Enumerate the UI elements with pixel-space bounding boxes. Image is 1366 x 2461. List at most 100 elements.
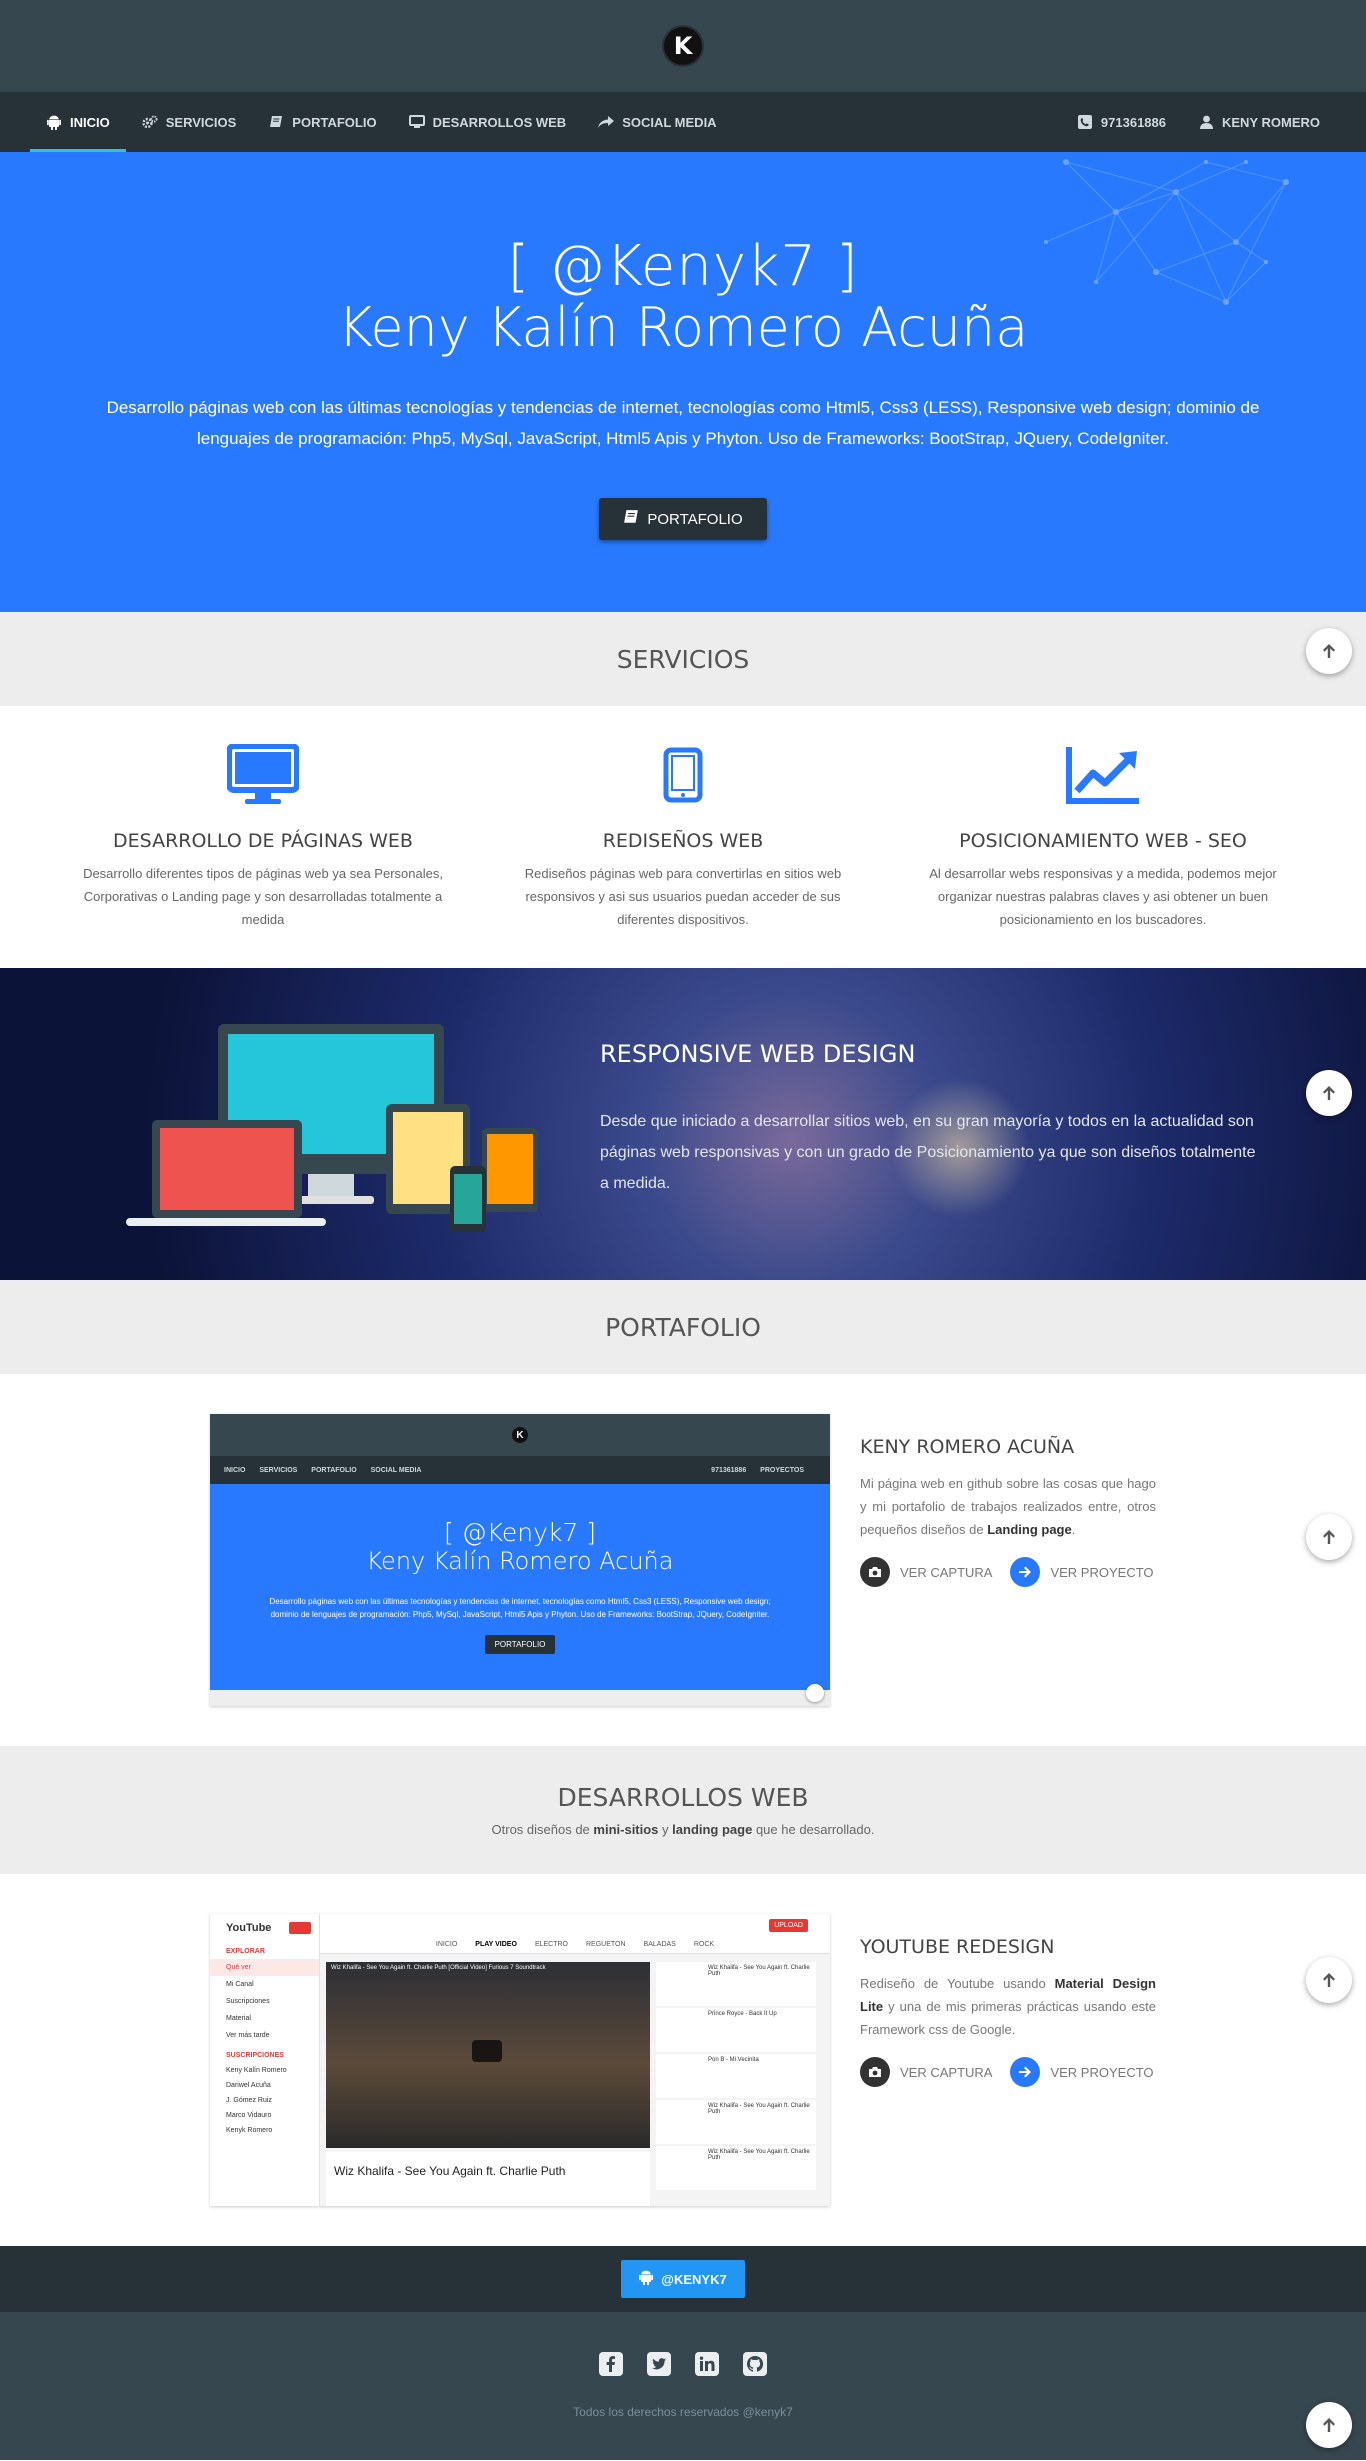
- ver-captura-button[interactable]: VER CAPTURA: [860, 2057, 992, 2087]
- responsive-title: RESPONSIVE WEB DESIGN: [600, 1040, 916, 1068]
- yt-video-title: Wiz Khalifa - See You Again ft. Charlie …: [331, 1965, 546, 1971]
- project-text: Rediseño de Youtube usando Material Desi…: [860, 1972, 1156, 2041]
- copyright: Todos los derechos reservados @kenyk7: [573, 2405, 793, 2419]
- share-icon: [598, 114, 615, 130]
- line-chart-icon: [923, 744, 1283, 806]
- site-logo[interactable]: K: [664, 27, 702, 65]
- ver-proyecto-label: VER PROYECTO: [1050, 2064, 1154, 2080]
- nav-item-portafolio[interactable]: PORTAFOLIO: [252, 92, 392, 152]
- phone-number: 971361886: [1100, 114, 1166, 130]
- devices-illustration: [126, 1024, 538, 1232]
- nav-item-servicios[interactable]: SERVICIOS: [126, 92, 253, 152]
- shot-brand-bar: K: [210, 1414, 830, 1456]
- section-subtitle: Otros diseños de mini-sitios y landing p…: [492, 1822, 875, 1837]
- yt-sub-item: Kenyk Romero: [226, 2127, 273, 2134]
- yt-tab: INICIO: [435, 1941, 458, 1948]
- arrow-right-icon: [1010, 1557, 1041, 1587]
- yt-video-player[interactable]: Wiz Khalifa - See You Again ft. Charlie …: [326, 1962, 650, 2148]
- shot-projects: PROYECTOS: [760, 1466, 804, 1474]
- yt-tab: BALADAS: [643, 1941, 676, 1948]
- ver-proyecto-button[interactable]: VER PROYECTO: [1010, 1557, 1154, 1587]
- project-actions: VER CAPTURA VER PROYECTO: [860, 1557, 1156, 1587]
- nav-phone[interactable]: 971361886: [1061, 92, 1182, 152]
- desktop-icon: [83, 744, 443, 806]
- yt-related-item[interactable]: Pon B - Mi Vecinita: [656, 2054, 816, 2098]
- twitter-icon[interactable]: [647, 2352, 671, 2381]
- yt-tabs: INICIO PLAY VIDEO ELECTRO REGUETON BALAD…: [320, 1936, 830, 1954]
- yt-tab: PLAY VIDEO: [475, 1941, 517, 1948]
- text-part: Rediseño de Youtube usando: [860, 1976, 1055, 1991]
- facebook-icon[interactable]: [599, 2352, 623, 2381]
- shot-name: Keny Kalín Romero Acuña: [366, 1547, 674, 1575]
- yt-side-item: Ver más tarde: [226, 2032, 270, 2039]
- nav-item-desarrollos-web[interactable]: DESARROLLOS WEB: [393, 92, 583, 152]
- yt-related-item[interactable]: Wiz Khalifa - See You Again ft. Charlie …: [656, 2100, 816, 2144]
- section-title: DESARROLLOS WEB: [557, 1783, 809, 1812]
- user-name: KENY ROMERO: [1222, 114, 1320, 130]
- yt-explore: EXPLORAR: [226, 1948, 265, 1955]
- service-item: POSICIONAMIENTO WEB - SEO Al desarrollar…: [923, 744, 1283, 968]
- android-icon: [639, 2270, 654, 2288]
- arrow-right-icon: [1010, 2057, 1041, 2087]
- yt-sub-item: Keny Kalín Romero: [226, 2067, 287, 2074]
- shot-nav: INICIO SERVICIOS PORTAFOLIO SOCIAL MEDIA…: [210, 1456, 830, 1484]
- nav-item-inicio[interactable]: INICIO: [30, 92, 126, 152]
- yt-side-item: Mi Canal: [226, 1981, 254, 1988]
- service-item: DESARROLLO DE PÁGINAS WEB Desarrollo dif…: [83, 744, 443, 968]
- ver-captura-button[interactable]: VER CAPTURA: [860, 1557, 992, 1587]
- youtube-screenshot[interactable]: YouTube EXPLORAR Qué ver Mi Canal Suscri…: [210, 1914, 830, 2206]
- scroll-top-button[interactable]: [1306, 1957, 1352, 2003]
- arrow-up-icon: [1323, 1973, 1335, 1987]
- nav-user[interactable]: KENY ROMERO: [1182, 92, 1336, 152]
- project-actions: VER CAPTURA VER PROYECTO: [860, 2057, 1156, 2087]
- yt-related: Wiz Khalifa - See You Again ft. Charlie …: [656, 1962, 816, 2190]
- text-part: y una de mis primeras prácticas usando e…: [860, 1999, 1156, 2037]
- yt-tab: ELECTRO: [534, 1941, 568, 1948]
- yt-related-item[interactable]: Wiz Khalifa - See You Again ft. Charlie …: [656, 1962, 816, 2006]
- service-text: Rediseños páginas web para convertirlas …: [524, 866, 842, 927]
- yt-main: UPLOAD INICIO PLAY VIDEO ELECTRO REGUETO…: [320, 1914, 830, 2206]
- shot-desc: Desarrollo páginas web con las últimas t…: [269, 1597, 771, 1619]
- kenyk7-button[interactable]: @KENYK7: [621, 2260, 745, 2298]
- text-bold: landing page: [672, 1822, 753, 1837]
- project-info: KENY ROMERO ACUÑA Mi página web en githu…: [860, 1414, 1156, 1746]
- nav-label: SERVICIOS: [165, 114, 237, 130]
- text-bold: mini-sitios: [593, 1822, 659, 1837]
- yt-upload: UPLOAD: [769, 1918, 808, 1932]
- shot-nav-item: SERVICIOS: [259, 1466, 298, 1474]
- scroll-top-button[interactable]: [1306, 2402, 1352, 2448]
- service-title: DESARROLLO DE PÁGINAS WEB: [113, 830, 413, 852]
- book-icon: [268, 114, 284, 130]
- text-part: .: [1071, 1522, 1076, 1537]
- project-title: KENY ROMERO ACUÑA: [860, 1436, 1075, 1458]
- ver-proyecto-label: VER PROYECTO: [1050, 1564, 1154, 1580]
- linkedin-icon[interactable]: [695, 2352, 719, 2381]
- ver-proyecto-button[interactable]: VER PROYECTO: [1010, 2057, 1154, 2087]
- scroll-top-button[interactable]: [1306, 1514, 1352, 1560]
- service-item: REDISEÑOS WEB Rediseños páginas web para…: [503, 744, 863, 968]
- github-icon[interactable]: [743, 2352, 767, 2381]
- book-icon: [623, 509, 639, 529]
- portafolio-button[interactable]: PORTAFOLIO: [599, 498, 767, 540]
- yt-side-item: Material: [226, 2015, 251, 2022]
- yt-sub-item: Dariwel Acuña: [226, 2082, 271, 2089]
- yt-related-item[interactable]: Prince Royce - Back It Up: [656, 2008, 816, 2052]
- project-info: YOUTUBE REDESIGN Rediseño de Youtube usa…: [860, 1914, 1156, 2246]
- yt-related-item[interactable]: Wiz Khalifa - See You Again ft. Charlie …: [656, 2146, 816, 2190]
- nav-label: INICIO: [70, 114, 110, 130]
- service-title: POSICIONAMIENTO WEB - SEO: [959, 830, 1247, 852]
- hero-handle: [ @Kenyk7 ]: [507, 234, 859, 299]
- services-section: DESARROLLO DE PÁGINAS WEB Desarrollo dif…: [0, 706, 1366, 968]
- yt-subs-head: SUSCRIPCIONES: [226, 2052, 284, 2059]
- footer-top: @KENYK7: [0, 2246, 1366, 2312]
- nav-label: PORTAFOLIO: [292, 114, 377, 130]
- project-screenshot[interactable]: K INICIO SERVICIOS PORTAFOLIO SOCIAL MED…: [210, 1414, 830, 1706]
- nav-item-social-media[interactable]: SOCIAL MEDIA: [582, 92, 732, 152]
- yt-logo: YouTube: [226, 1922, 272, 1934]
- service-text: Desarrollo diferentes tipos de páginas w…: [83, 866, 443, 927]
- social-links: [0, 2352, 1366, 2381]
- hero-name: Keny Kalín Romero Acuña: [337, 296, 1029, 359]
- scroll-top-button[interactable]: [1306, 628, 1352, 674]
- scroll-top-button[interactable]: [1306, 1070, 1352, 1116]
- nav-label: SOCIAL MEDIA: [622, 114, 717, 130]
